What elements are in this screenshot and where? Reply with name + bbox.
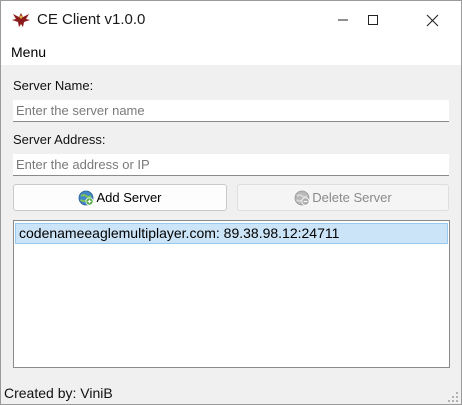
add-server-label: Add Server xyxy=(96,190,162,205)
maximize-icon xyxy=(368,15,378,25)
delete-server-button[interactable]: Delete Server xyxy=(237,184,449,211)
status-text: Created by: ViniB xyxy=(4,385,113,401)
maximize-button[interactable] xyxy=(350,1,396,39)
status-bar: Created by: ViniB xyxy=(1,383,461,404)
globe-add-icon xyxy=(78,190,94,206)
minimize-icon xyxy=(338,19,348,21)
title-bar[interactable]: CE Client v1.0.0 xyxy=(1,1,461,39)
delete-server-label: Delete Server xyxy=(312,190,392,205)
resize-grip-icon[interactable] xyxy=(447,390,459,402)
server-list[interactable]: codenameeaglemultiplayer.com: 89.38.98.1… xyxy=(13,220,450,368)
menu-bar: Menu xyxy=(1,39,461,65)
main-window: CE Client v1.0.0 Menu Server Name: Serve… xyxy=(0,0,462,405)
server-address-input[interactable] xyxy=(13,154,449,176)
menu-item-menu[interactable]: Menu xyxy=(10,44,47,60)
server-address-label: Server Address: xyxy=(13,132,106,147)
close-button[interactable] xyxy=(409,1,455,39)
server-list-item[interactable]: codenameeaglemultiplayer.com: 89.38.98.1… xyxy=(15,223,448,244)
server-name-label: Server Name: xyxy=(13,78,94,93)
close-icon xyxy=(426,14,438,26)
window-title: CE Client v1.0.0 xyxy=(37,11,146,28)
app-eagle-icon xyxy=(11,11,31,29)
add-server-button[interactable]: Add Server xyxy=(13,184,227,211)
server-name-input[interactable] xyxy=(13,100,449,122)
globe-delete-icon xyxy=(294,190,310,206)
